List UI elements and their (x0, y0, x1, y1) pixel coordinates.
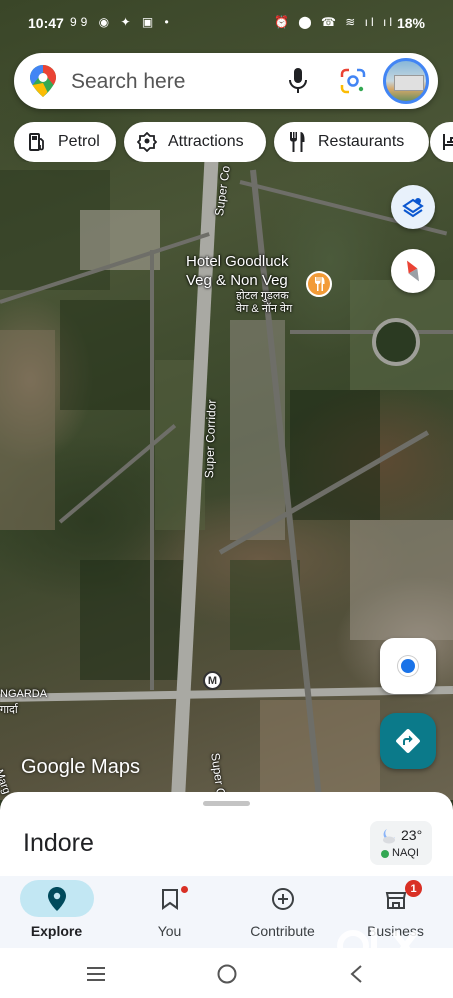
compass-button[interactable] (391, 249, 435, 293)
nav-contribute[interactable]: Contribute (226, 876, 339, 948)
chip-petrol[interactable]: Petrol (14, 122, 116, 162)
road-label: Super Corridor (202, 399, 219, 479)
roundabout (372, 318, 420, 366)
status-time: 10:47 (28, 15, 64, 31)
business-badge: 1 (405, 880, 422, 897)
home-button[interactable] (214, 961, 240, 987)
nav-business-pill: 1 (359, 880, 433, 917)
chip-hotels-partial[interactable] (430, 122, 453, 162)
map-road (150, 250, 154, 690)
bookmark-icon (162, 888, 178, 910)
status-bar: 10:47 99 ◉ ✦ ▣ • ⏰ ⬤ ☎ ≋ ıl ıl 18% (0, 0, 453, 48)
chip-restaurants[interactable]: Restaurants (274, 122, 429, 162)
poi-name-line1: Hotel Goodluck (186, 253, 289, 270)
nav-you-label: You (157, 923, 182, 939)
layers-icon (402, 198, 424, 218)
map-field (60, 300, 150, 410)
nav-contribute-pill (246, 880, 320, 917)
chip-label: Petrol (58, 133, 100, 150)
business-icon (385, 891, 407, 909)
chip-label: Attractions (168, 133, 244, 150)
home-icon (217, 964, 237, 984)
attractions-icon (136, 131, 158, 153)
motorway-shield-icon: M (203, 671, 222, 690)
nav-you-pill (133, 880, 207, 917)
chip-label: Restaurants (318, 133, 405, 150)
layers-button[interactable] (391, 185, 435, 229)
nav-explore-label: Explore (30, 923, 83, 939)
nav-contribute-label: Contribute (250, 923, 315, 939)
add-circle-icon (272, 887, 294, 910)
notification-icons: 99 ◉ ✦ ▣ • (70, 15, 173, 29)
poi-name-hi-line2: वेग & नॉन वेग (236, 303, 293, 315)
notification-dot (181, 886, 188, 893)
weather-temperature: 23° (401, 827, 423, 843)
area-label: गार्दा (0, 704, 18, 716)
poi-hotel-goodluck[interactable]: Hotel Goodluck Veg & Non Veg होटल गुडलक … (186, 252, 292, 316)
area-label: NGARDA (0, 688, 48, 700)
back-icon (350, 965, 362, 983)
aqi-status-dot (381, 850, 389, 858)
mic-icon[interactable] (287, 67, 309, 95)
my-location-button[interactable] (380, 638, 436, 694)
chip-attractions[interactable]: Attractions (124, 122, 266, 162)
hotel-icon (442, 131, 453, 153)
my-location-icon (401, 659, 415, 673)
nav-you[interactable]: You (113, 876, 226, 948)
system-navigation-bar (0, 948, 453, 998)
city-title: Indore (23, 829, 94, 857)
directions-icon (396, 729, 420, 753)
recent-apps-button[interactable] (83, 961, 109, 987)
map-field (0, 330, 55, 530)
back-button[interactable] (343, 961, 369, 987)
explore-pin-icon (48, 886, 66, 911)
profile-avatar[interactable] (383, 58, 429, 104)
search-input[interactable]: Search here (71, 70, 185, 94)
map-field (350, 520, 453, 640)
map-field (80, 560, 190, 680)
recent-apps-icon (87, 967, 105, 981)
sheet-drag-handle[interactable] (203, 801, 250, 806)
fuel-icon (26, 131, 48, 153)
directions-button[interactable] (380, 713, 436, 769)
weather-chip[interactable]: 23° NAQI (370, 821, 432, 865)
battery-level: 18% (396, 15, 425, 31)
poi-name-hi-line1: होटल गुडलक (236, 290, 289, 302)
map-road (290, 330, 453, 334)
restaurant-icon (286, 131, 308, 153)
category-chips: Petrol Attractions Restaurants (14, 122, 453, 162)
search-bar[interactable]: Search here (14, 53, 438, 109)
google-maps-logo: Google Maps (21, 756, 140, 778)
compass-icon (407, 260, 419, 282)
poi-name-line2: Veg & Non Veg (186, 272, 288, 289)
nav-explore[interactable]: Explore (0, 876, 113, 948)
map-field (230, 560, 300, 650)
cloudy-night-icon (383, 829, 395, 844)
restaurant-marker-icon[interactable] (306, 271, 332, 297)
google-lens-icon[interactable] (339, 67, 367, 95)
nav-explore-pill (20, 880, 94, 917)
system-status-icons: ⏰ ⬤ ☎ ≋ ıl ıl (273, 15, 395, 29)
google-maps-pin-icon (30, 65, 56, 97)
aqi-label: NAQI (392, 847, 419, 859)
